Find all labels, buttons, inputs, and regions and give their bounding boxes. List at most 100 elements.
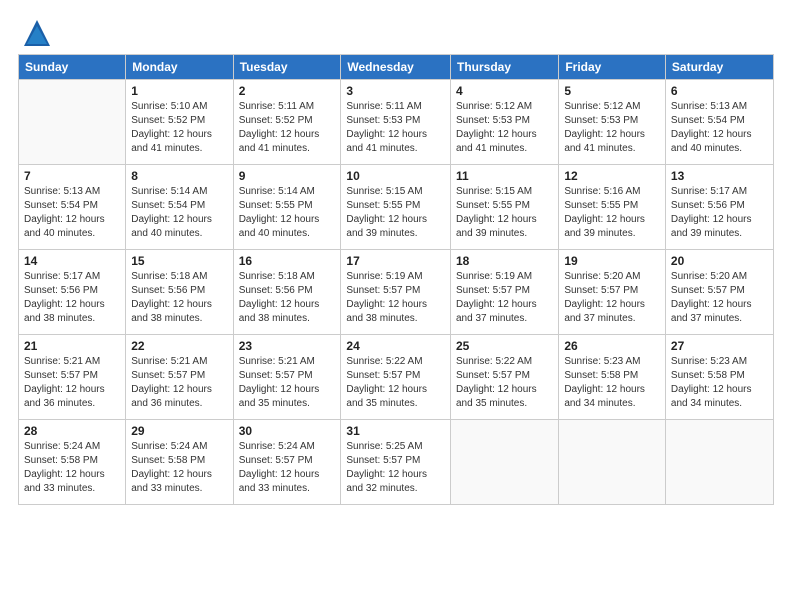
day-info: Sunrise: 5:14 AM Sunset: 5:55 PM Dayligh… [239, 185, 336, 241]
header-row: SundayMondayTuesdayWednesdayThursdayFrid… [19, 55, 774, 80]
day-number: 10 [346, 169, 445, 183]
day-info: Sunrise: 5:24 AM Sunset: 5:58 PM Dayligh… [131, 440, 227, 496]
day-number: 21 [24, 339, 120, 353]
calendar-cell: 18 Sunrise: 5:19 AM Sunset: 5:57 PM Dayli… [450, 250, 558, 335]
calendar-cell: 15 Sunrise: 5:18 AM Sunset: 5:56 PM Dayli… [126, 250, 233, 335]
calendar-cell: 7 Sunrise: 5:13 AM Sunset: 5:54 PM Daylig… [19, 165, 126, 250]
day-info: Sunrise: 5:20 AM Sunset: 5:57 PM Dayligh… [671, 270, 768, 326]
calendar-cell [665, 420, 773, 505]
day-number: 24 [346, 339, 445, 353]
day-info: Sunrise: 5:19 AM Sunset: 5:57 PM Dayligh… [346, 270, 445, 326]
day-number: 7 [24, 169, 120, 183]
calendar-cell: 17 Sunrise: 5:19 AM Sunset: 5:57 PM Dayli… [341, 250, 451, 335]
day-info: Sunrise: 5:22 AM Sunset: 5:57 PM Dayligh… [456, 355, 553, 411]
calendar-cell: 10Sunrise: 5:15 AM Sunset: 5:55 PM Dayli… [341, 165, 451, 250]
calendar-week-row: 7 Sunrise: 5:13 AM Sunset: 5:54 PM Daylig… [19, 165, 774, 250]
day-info: Sunrise: 5:17 AM Sunset: 5:56 PM Dayligh… [671, 185, 768, 241]
day-info: Sunrise: 5:18 AM Sunset: 5:56 PM Dayligh… [239, 270, 336, 326]
calendar-cell: 5 Sunrise: 5:12 AM Sunset: 5:53 PM Daylig… [559, 80, 666, 165]
day-info: Sunrise: 5:23 AM Sunset: 5:58 PM Dayligh… [564, 355, 660, 411]
day-info: Sunrise: 5:16 AM Sunset: 5:55 PM Dayligh… [564, 185, 660, 241]
calendar-cell: 6 Sunrise: 5:13 AM Sunset: 5:54 PM Daylig… [665, 80, 773, 165]
day-info: Sunrise: 5:10 AM Sunset: 5:52 PM Dayligh… [131, 100, 227, 156]
calendar-cell: 31Sunrise: 5:25 AM Sunset: 5:57 PM Dayli… [341, 420, 451, 505]
calendar-week-row: 28 Sunrise: 5:24 AM Sunset: 5:58 PM Dayli… [19, 420, 774, 505]
calendar-cell: 14Sunrise: 5:17 AM Sunset: 5:56 PM Dayli… [19, 250, 126, 335]
calendar-cell: 11 Sunrise: 5:15 AM Sunset: 5:55 PM Dayli… [450, 165, 558, 250]
day-number: 17 [346, 254, 445, 268]
day-number: 1 [131, 84, 227, 98]
calendar-table: SundayMondayTuesdayWednesdayThursdayFrid… [18, 54, 774, 505]
calendar-cell: 21Sunrise: 5:21 AM Sunset: 5:57 PM Dayli… [19, 335, 126, 420]
day-number: 26 [564, 339, 660, 353]
day-number: 29 [131, 424, 227, 438]
day-info: Sunrise: 5:24 AM Sunset: 5:58 PM Dayligh… [24, 440, 120, 496]
calendar-cell: 2Sunrise: 5:11 AM Sunset: 5:52 PM Daylig… [233, 80, 341, 165]
day-number: 4 [456, 84, 553, 98]
day-number: 16 [239, 254, 336, 268]
day-number: 11 [456, 169, 553, 183]
day-number: 20 [671, 254, 768, 268]
calendar-cell: 16 Sunrise: 5:18 AM Sunset: 5:56 PM Dayli… [233, 250, 341, 335]
calendar-cell: 4 Sunrise: 5:12 AM Sunset: 5:53 PM Daylig… [450, 80, 558, 165]
day-number: 3 [346, 84, 445, 98]
day-number: 9 [239, 169, 336, 183]
day-number: 19 [564, 254, 660, 268]
day-info: Sunrise: 5:19 AM Sunset: 5:57 PM Dayligh… [456, 270, 553, 326]
day-info: Sunrise: 5:13 AM Sunset: 5:54 PM Dayligh… [671, 100, 768, 156]
day-number: 5 [564, 84, 660, 98]
calendar-cell: 26 Sunrise: 5:23 AM Sunset: 5:58 PM Dayli… [559, 335, 666, 420]
day-info: Sunrise: 5:18 AM Sunset: 5:56 PM Dayligh… [131, 270, 227, 326]
day-info: Sunrise: 5:12 AM Sunset: 5:53 PM Dayligh… [564, 100, 660, 156]
day-number: 14 [24, 254, 120, 268]
calendar-cell: 25 Sunrise: 5:22 AM Sunset: 5:57 PM Dayli… [450, 335, 558, 420]
day-info: Sunrise: 5:15 AM Sunset: 5:55 PM Dayligh… [456, 185, 553, 241]
day-info: Sunrise: 5:21 AM Sunset: 5:57 PM Dayligh… [239, 355, 336, 411]
calendar-cell: 20 Sunrise: 5:20 AM Sunset: 5:57 PM Dayli… [665, 250, 773, 335]
day-info: Sunrise: 5:11 AM Sunset: 5:53 PM Dayligh… [346, 100, 445, 156]
day-number: 28 [24, 424, 120, 438]
day-number: 8 [131, 169, 227, 183]
calendar-cell: 1 Sunrise: 5:10 AM Sunset: 5:52 PM Daylig… [126, 80, 233, 165]
calendar-cell: 27 Sunrise: 5:23 AM Sunset: 5:58 PM Dayli… [665, 335, 773, 420]
weekday-header: Wednesday [341, 55, 451, 80]
calendar-page: SundayMondayTuesdayWednesdayThursdayFrid… [0, 0, 792, 612]
day-number: 13 [671, 169, 768, 183]
day-info: Sunrise: 5:24 AM Sunset: 5:57 PM Dayligh… [239, 440, 336, 496]
calendar-cell [559, 420, 666, 505]
day-info: Sunrise: 5:11 AM Sunset: 5:52 PM Dayligh… [239, 100, 336, 156]
day-number: 23 [239, 339, 336, 353]
day-number: 18 [456, 254, 553, 268]
calendar-week-row: 21 Sunrise: 5:21 AM Sunset: 5:57 PM Dayli… [19, 335, 774, 420]
day-number: 6 [671, 84, 768, 98]
day-number: 27 [671, 339, 768, 353]
calendar-cell: 29 Sunrise: 5:24 AM Sunset: 5:58 PM Dayli… [126, 420, 233, 505]
day-number: 12 [564, 169, 660, 183]
day-info: Sunrise: 5:23 AM Sunset: 5:58 PM Dayligh… [671, 355, 768, 411]
day-info: Sunrise: 5:12 AM Sunset: 5:53 PM Dayligh… [456, 100, 553, 156]
calendar-cell: 28 Sunrise: 5:24 AM Sunset: 5:58 PM Dayli… [19, 420, 126, 505]
calendar-cell: 9 Sunrise: 5:14 AM Sunset: 5:55 PM Daylig… [233, 165, 341, 250]
calendar-cell [450, 420, 558, 505]
weekday-header: Tuesday [233, 55, 341, 80]
day-number: 22 [131, 339, 227, 353]
day-info: Sunrise: 5:22 AM Sunset: 5:57 PM Dayligh… [346, 355, 445, 411]
day-number: 30 [239, 424, 336, 438]
weekday-header: Thursday [450, 55, 558, 80]
day-info: Sunrise: 5:13 AM Sunset: 5:54 PM Dayligh… [24, 185, 120, 241]
day-number: 25 [456, 339, 553, 353]
day-number: 15 [131, 254, 227, 268]
day-info: Sunrise: 5:25 AM Sunset: 5:57 PM Dayligh… [346, 440, 445, 496]
calendar-cell [19, 80, 126, 165]
calendar-cell: 30 Sunrise: 5:24 AM Sunset: 5:57 PM Dayli… [233, 420, 341, 505]
weekday-header: Sunday [19, 55, 126, 80]
calendar-cell: 8Sunrise: 5:14 AM Sunset: 5:54 PM Daylig… [126, 165, 233, 250]
calendar-cell: 19 Sunrise: 5:20 AM Sunset: 5:57 PM Dayli… [559, 250, 666, 335]
logo [18, 18, 52, 44]
logo-icon [22, 18, 52, 48]
calendar-cell: 23 Sunrise: 5:21 AM Sunset: 5:57 PM Dayli… [233, 335, 341, 420]
weekday-header: Friday [559, 55, 666, 80]
header [18, 18, 774, 44]
day-info: Sunrise: 5:20 AM Sunset: 5:57 PM Dayligh… [564, 270, 660, 326]
calendar-week-row: 1 Sunrise: 5:10 AM Sunset: 5:52 PM Daylig… [19, 80, 774, 165]
